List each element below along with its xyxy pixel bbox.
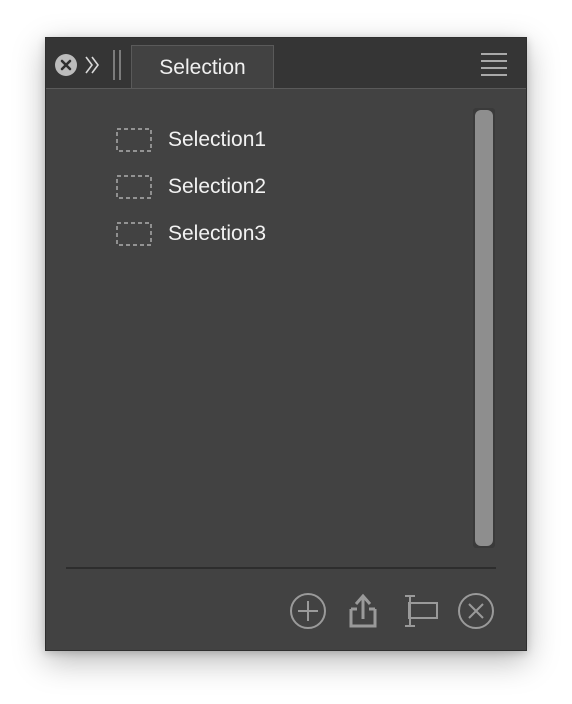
scrollbar-track[interactable] [473,108,495,548]
export-icon[interactable] [344,592,382,630]
tab-selection[interactable]: Selection [131,45,274,89]
rename-icon[interactable] [401,592,439,630]
marquee-selection-icon [116,174,152,199]
list-item[interactable]: Selection2 [116,163,456,210]
scrollbar-thumb[interactable] [475,110,493,546]
list-item-label: Selection2 [168,174,267,198]
hamburger-menu-icon[interactable] [480,52,508,78]
double-chevron-right-icon[interactable] [84,54,100,76]
grip-icon[interactable] [112,50,122,80]
footer-divider [66,567,496,569]
marquee-selection-icon [116,221,152,246]
titlebar-divider [46,88,526,89]
list-item-label: Selection1 [168,127,267,151]
tab-label: Selection [159,55,246,79]
panel-titlebar: Selection [46,38,526,89]
selection-panel: Selection Selection1 Selection2 Selectio… [45,37,527,651]
list-item[interactable]: Selection1 [116,116,456,163]
delete-icon[interactable] [457,592,495,630]
add-icon[interactable] [289,592,327,630]
close-icon[interactable] [55,54,77,76]
list-item-label: Selection3 [168,221,267,245]
list-item[interactable]: Selection3 [116,210,456,257]
marquee-selection-icon [116,127,152,152]
selection-list: Selection1 Selection2 Selection3 [116,116,456,257]
